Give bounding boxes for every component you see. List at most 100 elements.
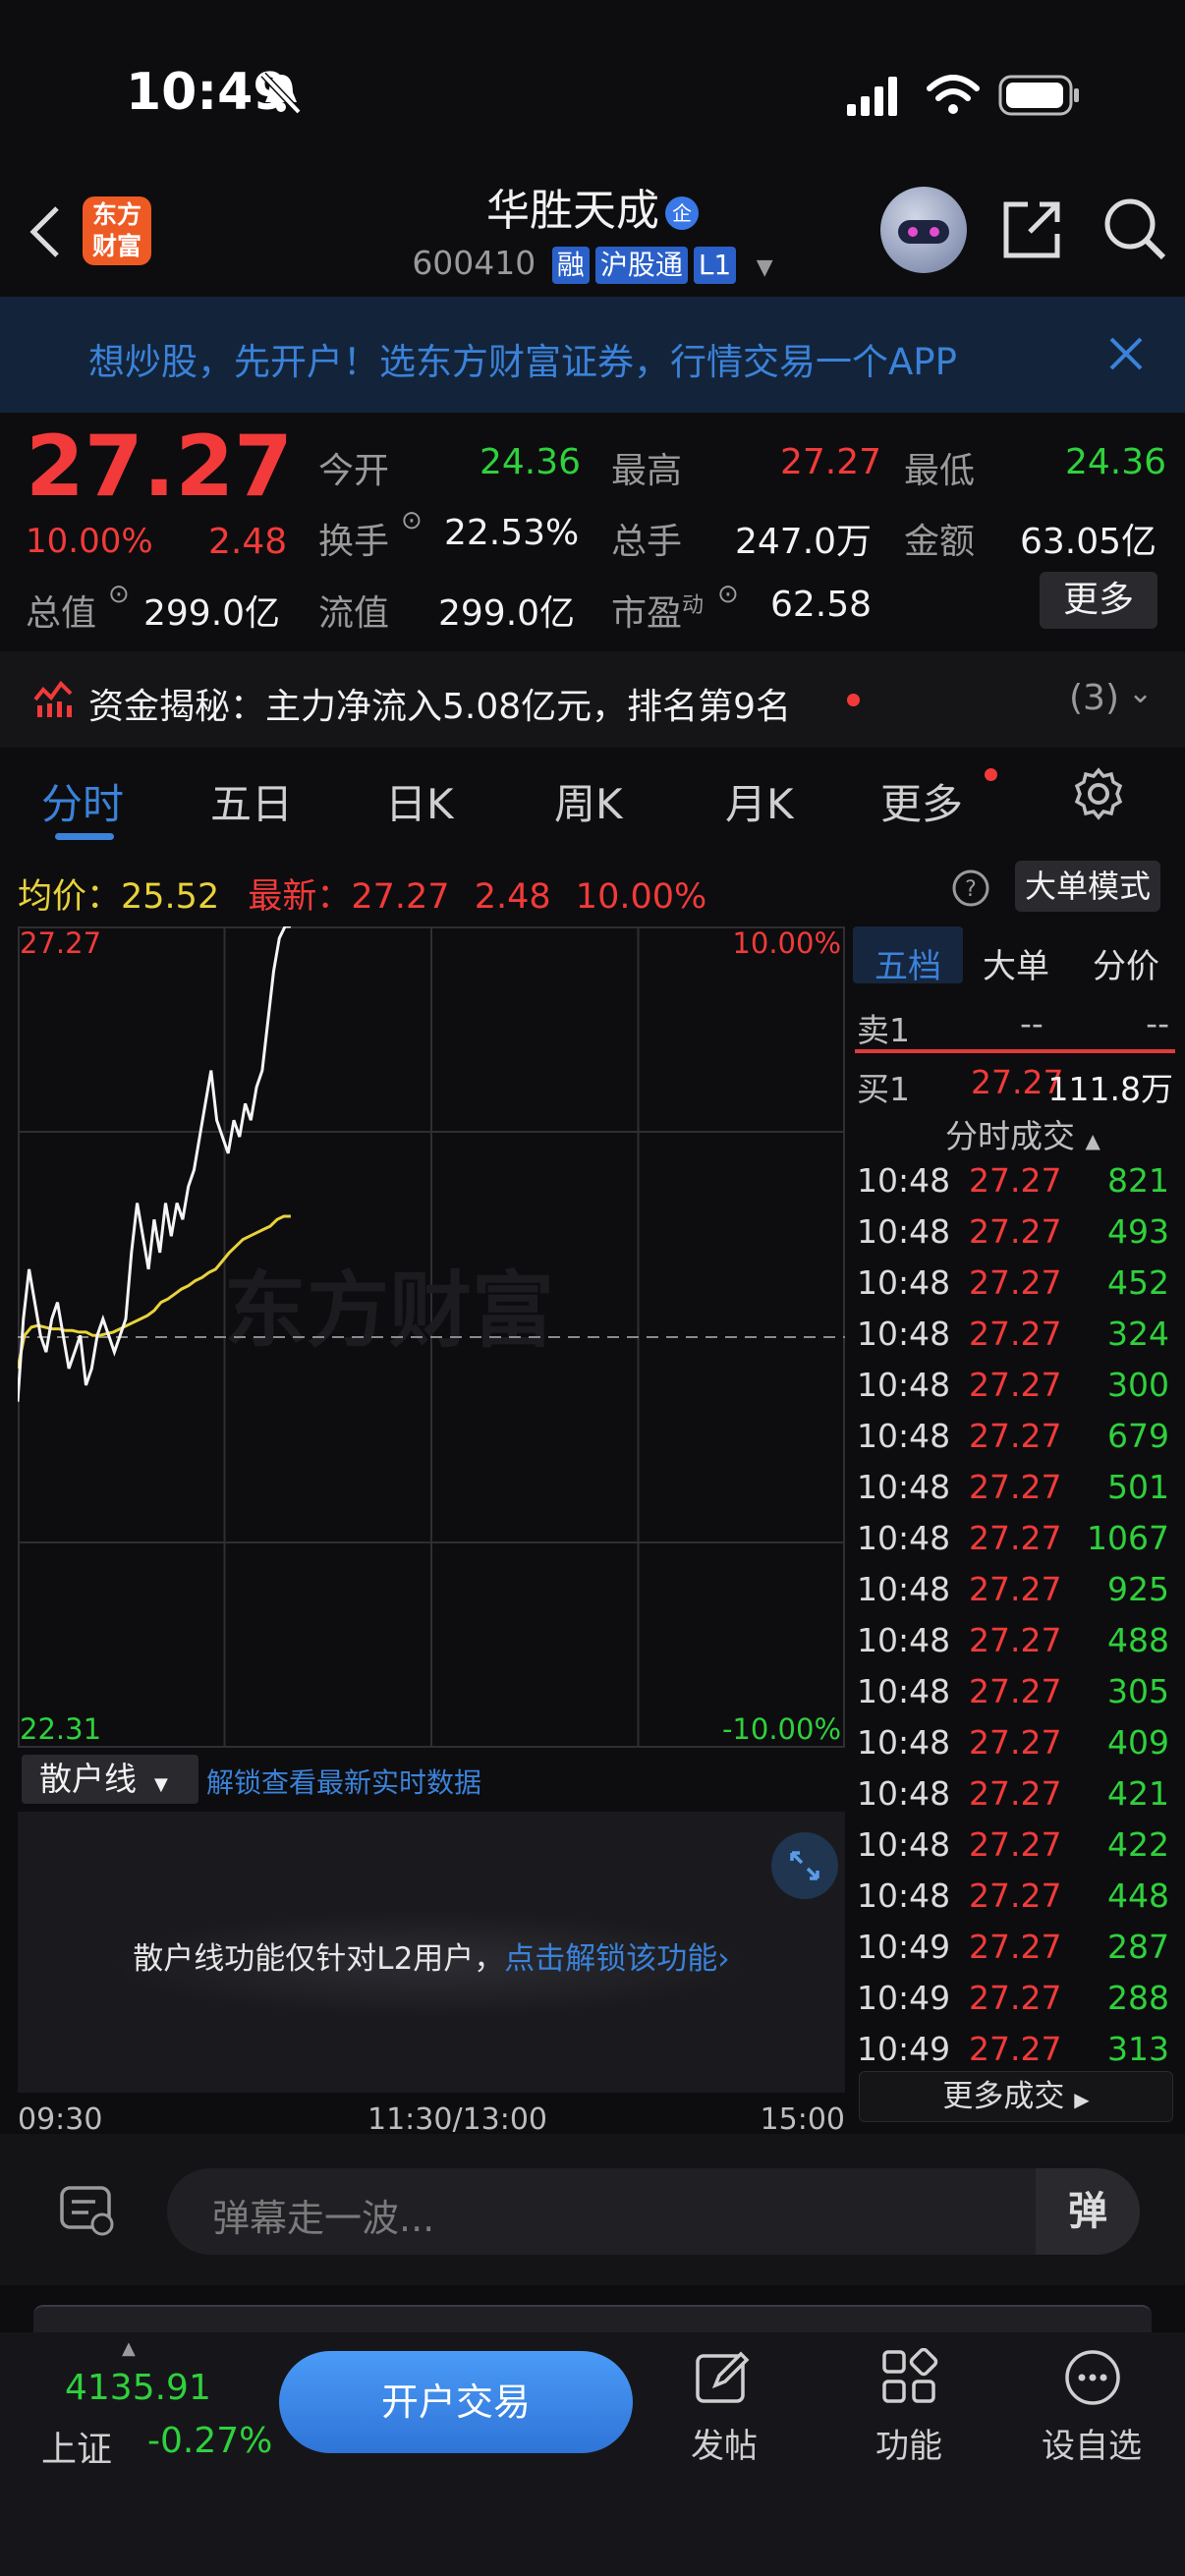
tab-five-levels[interactable]: 五档: [875, 939, 941, 987]
big-order-mode-button[interactable]: 大单模式: [1015, 861, 1160, 912]
index-name[interactable]: 上证: [41, 2421, 112, 2472]
mktcap-label: 总值: [26, 593, 97, 634]
info-icon[interactable]: ⊙: [108, 580, 130, 609]
trade-row: 10:48 27.27 501: [855, 1468, 1175, 1519]
trade-time: 10:48: [857, 1774, 951, 1813]
danmu-send-button[interactable]: 弹: [1036, 2168, 1140, 2255]
comment-list-icon[interactable]: [59, 2185, 116, 2238]
search-icon[interactable]: [1100, 195, 1169, 263]
trade-volume: 821: [1107, 1161, 1169, 1200]
level-tag: L1: [693, 247, 737, 284]
settings-gear-icon[interactable]: [1071, 766, 1126, 821]
trade-row: 10:48 27.27 324: [855, 1315, 1175, 1366]
trade-volume: 488: [1107, 1621, 1169, 1659]
retail-line-panel: 散户线功能仅针对L2用户，点击解锁该功能›: [18, 1812, 845, 2093]
caret-down-icon: ▼: [756, 255, 773, 280]
tab-weekly-k[interactable]: 周K: [554, 771, 623, 831]
help-icon[interactable]: ?: [951, 868, 990, 908]
buy1-vol: 111.8万: [1047, 1070, 1173, 1108]
tab-big-orders[interactable]: 大单: [983, 939, 1049, 987]
time-start: 09:30: [18, 2102, 103, 2137]
trade-row: 10:48 27.27 452: [855, 1263, 1175, 1315]
intraday-chart[interactable]: 东方财富 27.27 10.00% 22.31 -10.00%: [18, 926, 845, 1748]
trade-volume: 493: [1107, 1212, 1169, 1251]
tab-intraday[interactable]: 分时: [41, 771, 124, 831]
funds-chart-icon: [33, 680, 73, 717]
bell-muted-icon: [260, 72, 302, 115]
latest-value: 27.27: [351, 877, 450, 917]
trade-row: 10:48 27.27 821: [855, 1161, 1175, 1212]
robot-assistant-icon[interactable]: [880, 187, 967, 273]
trade-row: 10:48 27.27 300: [855, 1366, 1175, 1417]
trade-volume: 287: [1107, 1928, 1169, 1966]
trade-time: 10:49: [857, 2030, 951, 2068]
trade-time: 10:48: [857, 1825, 951, 1864]
avg-value: 25.52: [121, 877, 220, 917]
index-caret-up-icon: ▲: [122, 2338, 136, 2359]
open-account-button[interactable]: 开户交易: [279, 2351, 633, 2453]
buy1-label: 买1: [857, 1070, 910, 1108]
close-icon[interactable]: [1108, 336, 1144, 371]
funds-text[interactable]: 资金揭秘：主力净流入5.08亿元，排名第9名: [88, 678, 791, 729]
tab-daily-k[interactable]: 日K: [385, 771, 454, 831]
trade-price: 27.27: [969, 1876, 1062, 1915]
tab-monthly-k[interactable]: 月K: [725, 771, 794, 831]
functions-grid-icon[interactable]: [880, 2348, 939, 2407]
tab-more[interactable]: 更多: [880, 771, 963, 831]
trade-time: 10:48: [857, 1672, 951, 1710]
add-watchlist-icon[interactable]: [1063, 2348, 1122, 2407]
trade-volume: 409: [1107, 1723, 1169, 1762]
battery-icon: [998, 75, 1079, 116]
trade-volume: 300: [1107, 1366, 1169, 1404]
trade-row: 10:49 27.27 287: [855, 1928, 1175, 1979]
danmu-input[interactable]: 弹幕走一波... 弹: [167, 2168, 1140, 2255]
trade-time: 10:48: [857, 1519, 951, 1557]
trade-time: 10:49: [857, 1979, 951, 2017]
red-dot-badge: [847, 694, 860, 706]
more-quote-button[interactable]: 更多: [1040, 572, 1157, 629]
share-icon[interactable]: [1000, 196, 1065, 261]
high-label: 最高: [611, 451, 683, 491]
trade-volume: 1067: [1087, 1519, 1169, 1557]
tab-five-day[interactable]: 五日: [210, 771, 293, 831]
promo-text[interactable]: 想炒股，先开户！选东方财富证券，行情交易一个APP: [88, 332, 1061, 385]
pe-info-icon[interactable]: ⊙: [717, 580, 739, 609]
amount-label: 金额: [904, 522, 976, 562]
tab-price-levels[interactable]: 分价: [1093, 939, 1159, 987]
enterprise-badge: 企: [665, 196, 699, 230]
post-edit-icon[interactable]: [694, 2348, 753, 2407]
turnover-info-icon[interactable]: ⊙: [401, 506, 423, 535]
watchlist-label[interactable]: 设自选: [1018, 2419, 1165, 2467]
functions-label[interactable]: 功能: [835, 2419, 983, 2467]
avg-latest-line: 均价：25.52 最新：27.27 2.48 10.00%: [18, 868, 706, 919]
more-trades-button[interactable]: 更多成交 ▶: [859, 2071, 1173, 2122]
trade-time: 10:48: [857, 1315, 951, 1353]
trade-price: 27.27: [969, 1723, 1062, 1762]
open-label: 今开: [318, 451, 390, 491]
trade-volume: 679: [1107, 1417, 1169, 1455]
post-label[interactable]: 发帖: [650, 2419, 798, 2467]
retail-line-select[interactable]: 散户线 ▼: [22, 1755, 198, 1804]
dropdown-caret-icon: ▼: [154, 1774, 168, 1795]
trade-price: 27.27: [969, 1928, 1062, 1966]
trade-time: 10:48: [857, 1570, 951, 1608]
trade-volume: 452: [1107, 1263, 1169, 1302]
unlock-realtime-link[interactable]: 解锁查看最新实时数据: [206, 1762, 481, 1801]
trade-time: 10:48: [857, 1366, 951, 1404]
chart-bottom-pct: -10.00%: [721, 1712, 841, 1746]
trade-row: 10:48 27.27 448: [855, 1876, 1175, 1928]
retail-notice: 散户线功能仅针对L2用户，点击解锁该功能›: [133, 1941, 730, 1977]
trade-price: 27.27: [969, 1212, 1062, 1251]
trade-price: 27.27: [969, 1774, 1062, 1813]
trade-time: 10:48: [857, 1212, 951, 1251]
chevron-down-icon[interactable]: ⌄: [1128, 676, 1153, 710]
index-pct[interactable]: -0.27%: [147, 2421, 272, 2461]
trade-time: 10:48: [857, 1876, 951, 1915]
volume-value: 247.0万: [735, 522, 873, 562]
float-label: 流值: [318, 593, 390, 634]
index-value[interactable]: 4135.91: [65, 2368, 211, 2408]
high-value: 27.27: [780, 442, 882, 482]
float-value: 299.0亿: [438, 593, 576, 634]
trades-title[interactable]: 分时成交 ▲: [945, 1110, 1100, 1157]
expand-icon[interactable]: [770, 1831, 839, 1900]
